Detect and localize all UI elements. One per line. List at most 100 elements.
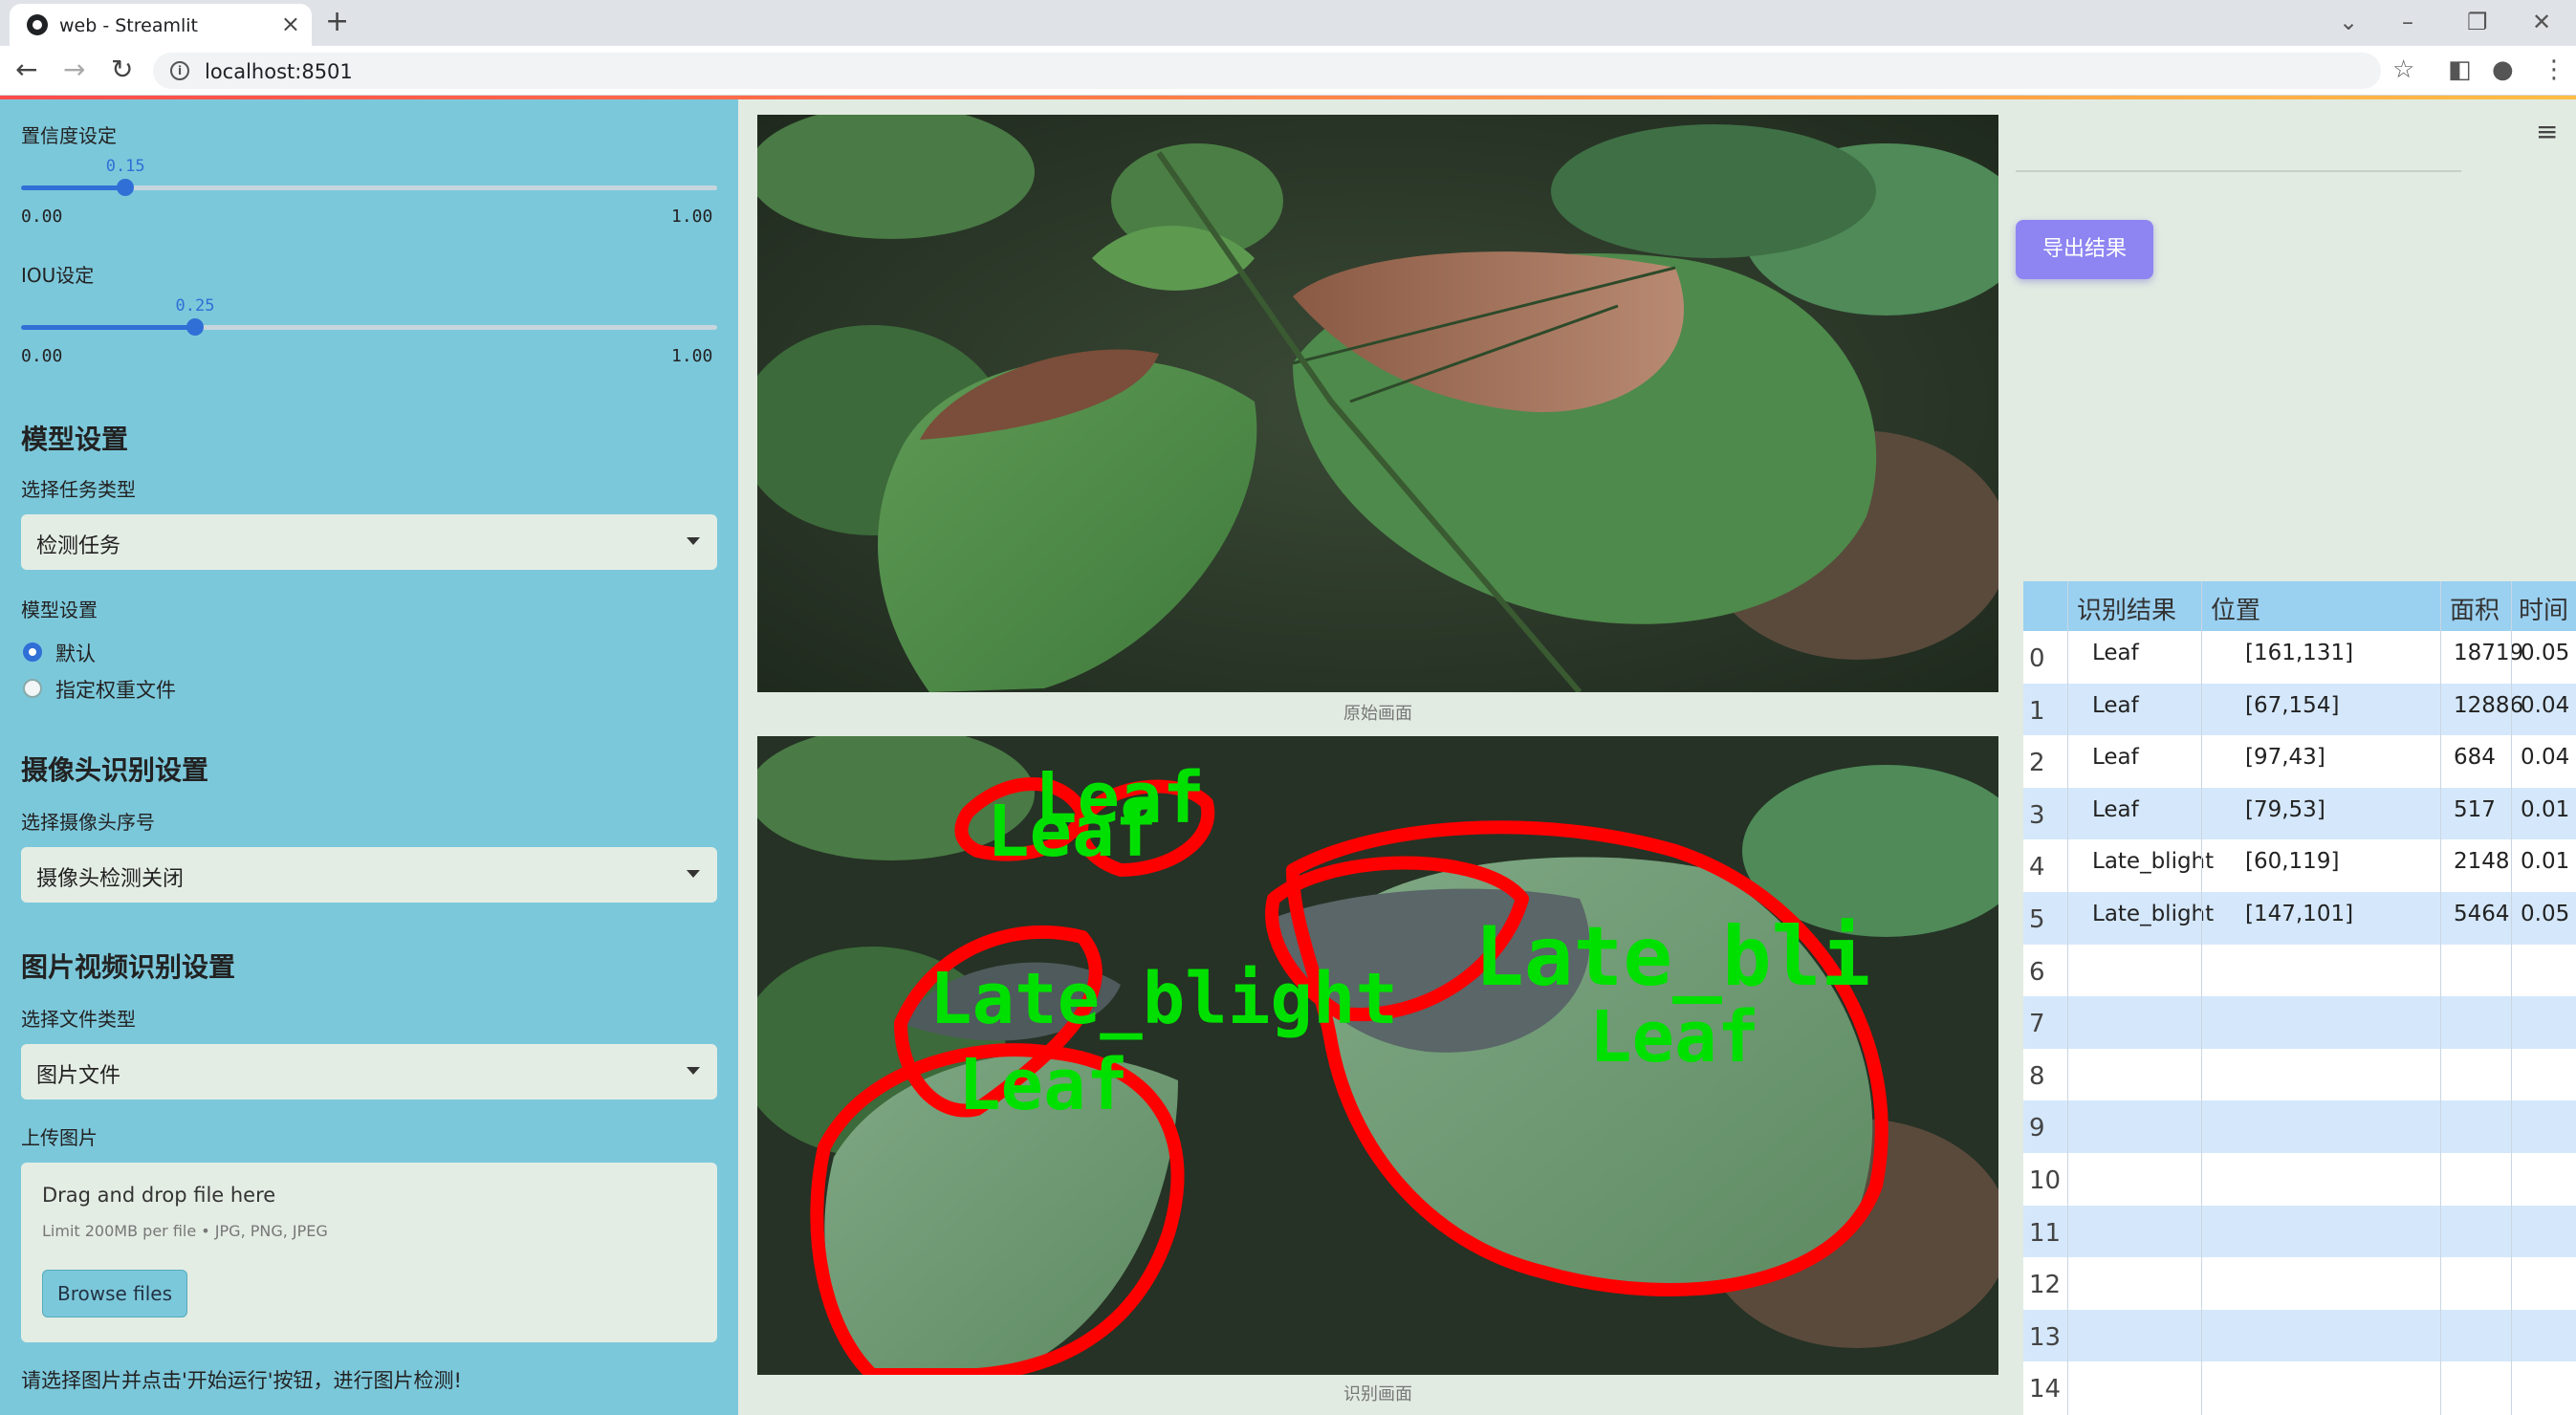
- header-position[interactable]: 位置: [2211, 591, 2260, 626]
- url-field[interactable]: i localhost:8501: [153, 53, 2381, 89]
- chevron-down-icon: [687, 870, 700, 878]
- confidence-slider-thumb[interactable]: [117, 179, 135, 196]
- table-row[interactable]: 8: [2023, 1048, 2576, 1102]
- cell-position: [161,131]: [2245, 641, 2354, 665]
- column-divider: [2067, 581, 2068, 1415]
- table-row[interactable]: 5 Late_blight [147,101] 5464 0.05: [2023, 892, 2576, 946]
- model-section-title: 模型设置: [21, 424, 129, 455]
- new-tab-icon[interactable]: +: [325, 6, 349, 38]
- file-uploader-dropzone[interactable]: Drag and drop file here Limit 200MB per …: [21, 1163, 717, 1342]
- site-info-icon[interactable]: i: [170, 61, 189, 80]
- task-type-select[interactable]: 检测任务: [21, 514, 717, 570]
- header-result[interactable]: 识别结果: [2077, 591, 2176, 626]
- tab-close-icon[interactable]: ×: [281, 10, 300, 38]
- table-row[interactable]: 6: [2023, 944, 2576, 998]
- back-icon[interactable]: ←: [15, 54, 37, 85]
- table-row[interactable]: 7: [2023, 996, 2576, 1051]
- cell-time: 0.01: [2521, 796, 2570, 822]
- upload-title: Drag and drop file here: [42, 1184, 276, 1207]
- camera-select[interactable]: 摄像头检测关闭: [21, 847, 717, 903]
- iou-max: 1.00: [671, 346, 713, 366]
- reload-icon[interactable]: ↻: [111, 54, 133, 85]
- close-window-icon[interactable]: ✕: [2532, 8, 2551, 36]
- row-index: 8: [2029, 1061, 2045, 1091]
- tab-title: web - Streamlit: [59, 15, 198, 36]
- table-row[interactable]: 0 Leaf [161,131] 18719 0.05: [2023, 631, 2576, 685]
- table-row[interactable]: 14: [2023, 1361, 2576, 1415]
- cell-area: 2148: [2454, 849, 2510, 875]
- cell-area: 18719: [2454, 641, 2524, 665]
- row-index: 12: [2029, 1271, 2062, 1300]
- table-header: 识别结果 位置 面积 时间: [2023, 581, 2576, 631]
- results-table[interactable]: 识别结果 位置 面积 时间 0 Leaf [161,131] 18719 0.05 1 Le…: [2023, 581, 2576, 1415]
- browse-files-button[interactable]: Browse files: [42, 1270, 187, 1317]
- row-index: 6: [2029, 957, 2045, 987]
- cell-time: 0.04: [2521, 745, 2570, 771]
- tab-search-chevron-icon[interactable]: ⌄: [2339, 8, 2358, 36]
- table-row[interactable]: 9: [2023, 1100, 2576, 1155]
- result-caption: 识别画面: [1343, 1384, 1412, 1404]
- cell-position: [60,119]: [2245, 849, 2340, 875]
- table-row[interactable]: 3 Leaf [79,53] 517 0.01: [2023, 787, 2576, 841]
- export-results-button[interactable]: 导出结果: [2016, 220, 2153, 279]
- sidebar-hint: 请选择图片并点击'开始运行'按钮，进行图片检测!: [21, 1369, 462, 1392]
- cell-time: 0.01: [2521, 849, 2570, 875]
- cell-time: 0.05: [2521, 641, 2570, 665]
- radio-default[interactable]: [23, 642, 42, 662]
- table-row[interactable]: 11: [2023, 1205, 2576, 1259]
- upload-label: 上传图片: [21, 1126, 98, 1149]
- task-type-value: 检测任务: [36, 534, 121, 558]
- cell-position: [147,101]: [2245, 902, 2354, 926]
- table-row[interactable]: 1 Leaf [67,154] 12886 0.04: [2023, 683, 2576, 737]
- iou-slider[interactable]: 0.25: [21, 296, 717, 336]
- table-row[interactable]: 10: [2023, 1153, 2576, 1207]
- confidence-label: 置信度设定: [21, 124, 117, 147]
- forward-icon[interactable]: →: [63, 54, 85, 85]
- file-type-select[interactable]: 图片文件: [21, 1044, 717, 1099]
- table-row[interactable]: 12: [2023, 1257, 2576, 1312]
- side-panel-icon[interactable]: ◧: [2448, 55, 2472, 84]
- chevron-down-icon: [687, 1067, 700, 1075]
- row-index: 0: [2029, 644, 2045, 673]
- detection-label-leaf-2: Leaf: [1589, 996, 1759, 1078]
- table-row[interactable]: 4 Late_blight [60,119] 2148 0.01: [2023, 839, 2576, 894]
- profile-avatar-icon[interactable]: ●: [2492, 55, 2514, 84]
- cell-result: Leaf: [2092, 745, 2139, 771]
- detection-label-late-blight-0: Late_bli: [1474, 909, 1870, 1005]
- radio-weight-file[interactable]: [23, 679, 42, 698]
- iou-label: IOU设定: [21, 264, 95, 287]
- cell-area: 12886: [2454, 692, 2524, 718]
- detection-label-leaf-3: Leaf: [958, 1044, 1128, 1126]
- radio-default-label: 默认: [55, 642, 96, 665]
- header-area[interactable]: 面积: [2450, 591, 2500, 626]
- row-index: 14: [2029, 1375, 2062, 1404]
- row-index: 5: [2029, 905, 2045, 934]
- header-time[interactable]: 时间: [2519, 591, 2568, 626]
- browser-menu-icon[interactable]: ⋮: [2542, 55, 2566, 84]
- cell-time: 0.04: [2521, 692, 2570, 718]
- cell-result: Late_blight: [2092, 849, 2215, 875]
- table-row[interactable]: 2 Leaf [97,43] 684 0.04: [2023, 735, 2576, 790]
- table-row[interactable]: 13: [2023, 1309, 2576, 1363]
- hamburger-menu-icon[interactable]: ≡: [2536, 119, 2558, 145]
- cell-position: [79,53]: [2245, 796, 2325, 822]
- cell-area: 517: [2454, 796, 2496, 822]
- row-index: 11: [2029, 1218, 2062, 1248]
- cell-result: Late_blight: [2092, 902, 2215, 926]
- column-divider: [2440, 581, 2441, 1415]
- browser-tab-bar: web - Streamlit × + ⌄ – ❐ ✕: [0, 0, 2576, 46]
- browser-tab[interactable]: web - Streamlit ×: [10, 4, 312, 46]
- restore-icon[interactable]: ❐: [2467, 8, 2488, 36]
- row-index: 4: [2029, 853, 2045, 882]
- confidence-slider[interactable]: 0.15: [21, 157, 717, 196]
- sidebar: 置信度设定 0.15 0.00 1.00 IOU设定 0.25 0.00 1.0…: [0, 99, 738, 1415]
- row-index: 3: [2029, 800, 2045, 830]
- iou-value: 0.25: [175, 296, 215, 316]
- minimize-icon[interactable]: –: [2402, 8, 2413, 36]
- cell-position: [67,154]: [2245, 692, 2340, 718]
- iou-slider-thumb[interactable]: [186, 318, 204, 336]
- bookmark-star-icon[interactable]: ☆: [2392, 55, 2414, 84]
- camera-section-title: 摄像头识别设置: [21, 754, 209, 786]
- confidence-value: 0.15: [105, 157, 145, 176]
- camera-value: 摄像头检测关闭: [36, 867, 185, 891]
